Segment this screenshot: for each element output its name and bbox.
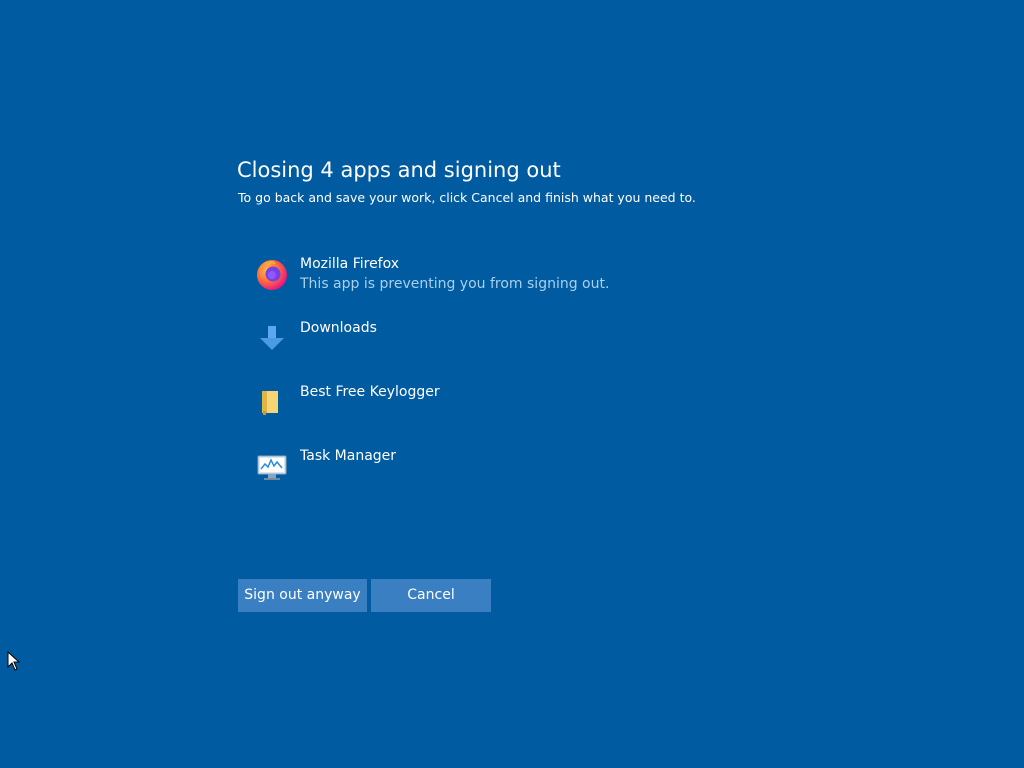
- app-item-firefox: Mozilla Firefox This app is preventing y…: [254, 256, 714, 304]
- page-subtitle: To go back and save your work, click Can…: [238, 190, 696, 205]
- sign-out-anyway-button[interactable]: Sign out anyway: [238, 579, 367, 612]
- app-status: This app is preventing you from signing …: [300, 276, 610, 292]
- task-manager-icon: [257, 455, 287, 480]
- app-item-downloads: Downloads: [254, 320, 714, 368]
- firefox-icon: [257, 260, 287, 290]
- cancel-button[interactable]: Cancel: [371, 579, 491, 612]
- download-arrow-icon: [260, 326, 284, 350]
- page-title: Closing 4 apps and signing out: [237, 158, 561, 182]
- app-name: Downloads: [300, 320, 377, 336]
- app-name: Mozilla Firefox: [300, 256, 400, 272]
- app-name: Best Free Keylogger: [300, 384, 440, 400]
- app-item-keylogger: Best Free Keylogger: [254, 384, 714, 432]
- app-item-task-manager: Task Manager: [254, 448, 714, 496]
- mouse-cursor-icon: [7, 651, 21, 671]
- app-name: Task Manager: [300, 448, 397, 464]
- folder-icon: [262, 391, 278, 415]
